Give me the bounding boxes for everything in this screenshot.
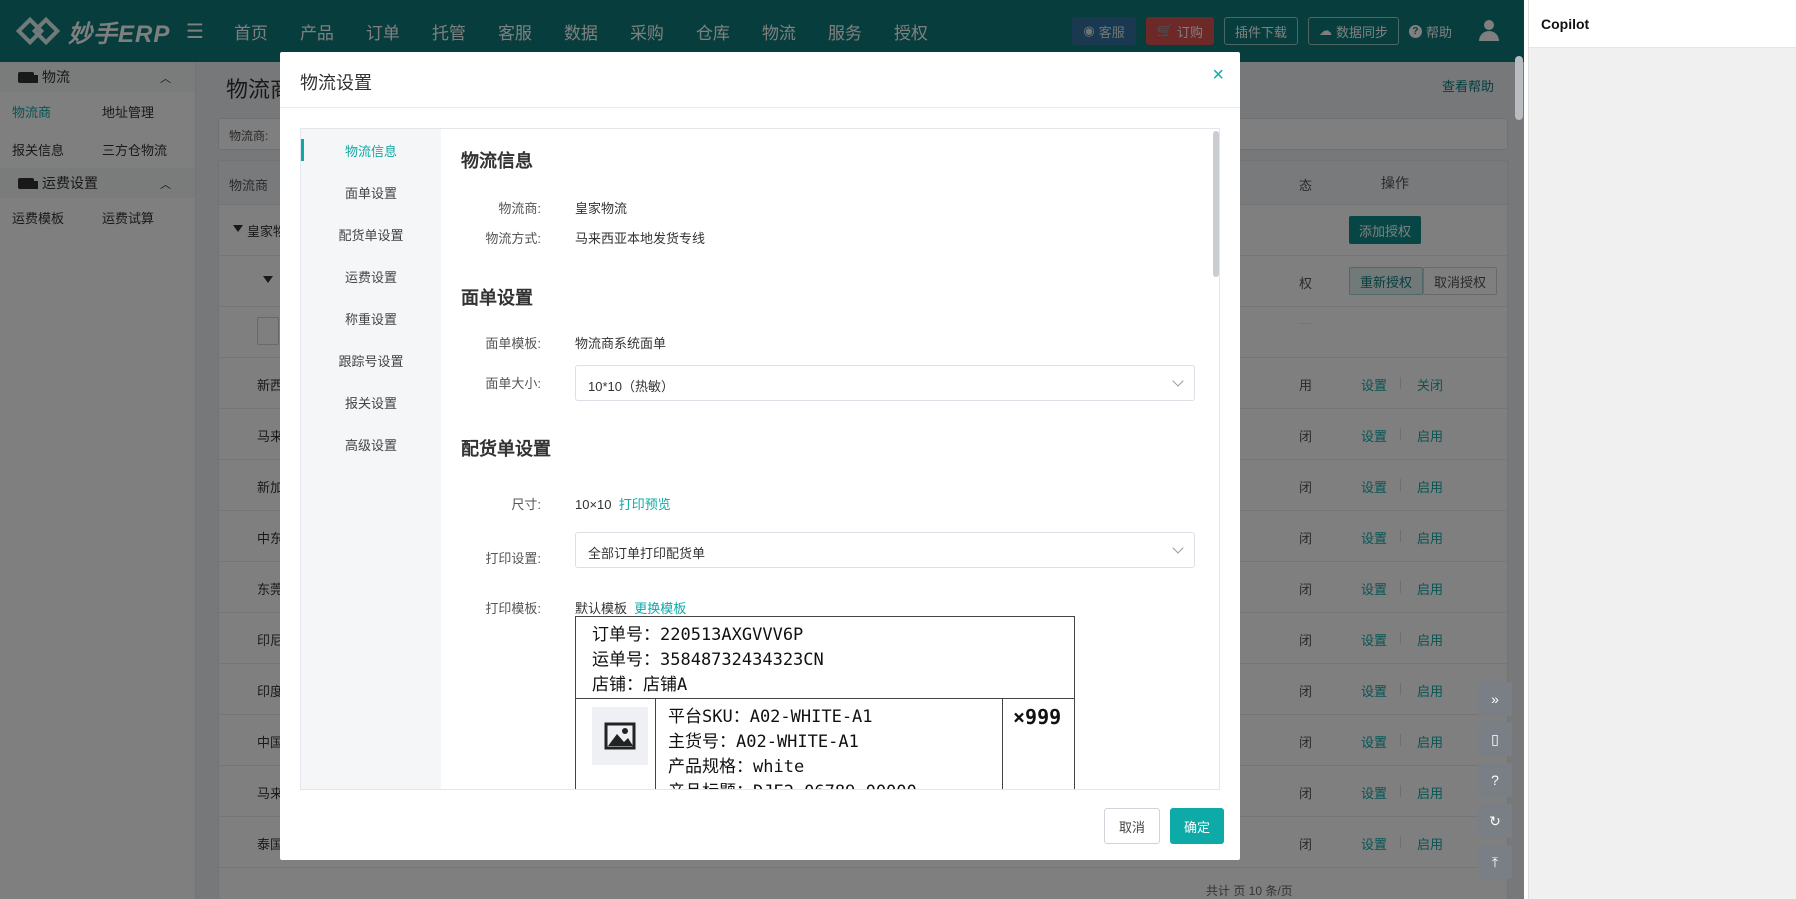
print-preview-link[interactable]: 打印预览 (619, 497, 671, 512)
section-logistics-info: 物流信息 (461, 151, 533, 171)
settings-nav: 物流信息 面单设置 配货单设置 运费设置 称重设置 跟踪号设置 报关设置 高级设… (301, 129, 441, 789)
waybill-size-label: 面单大小: (485, 376, 541, 391)
chevron-down-icon (1172, 542, 1184, 554)
waybill-template-label: 面单模板: (485, 336, 541, 351)
logistics-settings-dialog: 物流设置 × 物流信息 面单设置 配货单设置 运费设置 称重设置 跟踪号设置 报… (280, 52, 1240, 860)
help-doc-icon[interactable]: ? (1478, 763, 1512, 797)
page-scrollbar[interactable] (1515, 56, 1523, 120)
preview-shop: 店铺：店铺A (592, 675, 688, 695)
confirm-button[interactable]: 确定 (1169, 808, 1224, 844)
preview-title: 产品标题：DJE2-06789-00000 (668, 780, 917, 789)
carrier-label: 物流商: (498, 201, 541, 216)
nav-logistics-info[interactable]: 物流信息 (301, 129, 441, 171)
preview-sku: 平台SKU：A02-WHITE-A1 (668, 707, 873, 727)
size-value: 10×10 打印预览 (575, 494, 671, 513)
dialog-title: 物流设置 (300, 73, 372, 93)
preview-spec: 产品规格：white (668, 757, 805, 777)
refresh-icon[interactable]: ↻ (1478, 804, 1512, 838)
preview-main-no: 主货号：A02-WHITE-A1 (668, 732, 859, 752)
print-template-value: 默认模板 更换模板 (575, 598, 686, 617)
method-value: 马来西亚本地发货专线 (575, 231, 706, 246)
print-template-label: 打印模板: (485, 601, 541, 616)
cancel-button[interactable]: 取消 (1103, 808, 1160, 844)
copilot-panel: Copilot (1528, 0, 1796, 899)
chevron-down-icon (1172, 375, 1184, 387)
mobile-icon[interactable]: ▯ (1478, 722, 1512, 756)
close-icon[interactable]: × (1212, 64, 1224, 87)
section-picking-list: 配货单设置 (461, 439, 551, 459)
nav-advanced[interactable]: 高级设置 (301, 423, 441, 465)
preview-order-no: 订单号：220513AXGVVV6P (592, 625, 804, 645)
settings-content: 物流信息 物流商: 皇家物流 物流方式: 马来西亚本地发货专线 面单设置 面单模… (441, 129, 1219, 789)
nav-customs[interactable]: 报关设置 (301, 381, 441, 423)
nav-freight[interactable]: 运费设置 (301, 255, 441, 297)
print-setting-select[interactable]: 全部订单打印配货单 (575, 532, 1195, 568)
erp-app: 妙手ERP ☰ 首页 产品 订单 托管 客服 数据 采购 仓库 物流 服务 授权… (0, 0, 1524, 899)
carrier-value: 皇家物流 (575, 201, 628, 216)
section-waybill: 面单设置 (461, 288, 533, 308)
preview-qty-cell: ×999 (1002, 699, 1074, 789)
print-setting-value: 全部订单打印配货单 (588, 546, 706, 561)
content-scrollbar[interactable] (1213, 131, 1219, 277)
change-template-link[interactable]: 更换模板 (634, 601, 686, 616)
dimension: 10×10 (575, 497, 612, 512)
preview-image-cell (576, 699, 656, 789)
waybill-template-value: 物流商系统面单 (575, 336, 667, 351)
size-label: 尺寸: (511, 497, 541, 512)
preview-qty: ×999 (1013, 705, 1062, 729)
print-setting-label: 打印设置: (485, 551, 541, 566)
nav-weighing[interactable]: 称重设置 (301, 297, 441, 339)
image-placeholder-icon (592, 707, 648, 765)
preview-waybill-no: 运单号：35848732434323CN (592, 650, 824, 670)
template-preview: 订单号：220513AXGVVV6P 运单号：35848732434323CN … (575, 616, 1075, 789)
method-label: 物流方式: (485, 231, 541, 246)
nav-picking-list[interactable]: 配货单设置 (301, 213, 441, 255)
waybill-size-value: 10*10（热敏） (588, 379, 674, 394)
waybill-size-select[interactable]: 10*10（热敏） (575, 365, 1195, 401)
default-template: 默认模板 (575, 601, 628, 616)
expand-right-icon[interactable]: » (1478, 682, 1512, 716)
dialog-body: 物流信息 面单设置 配货单设置 运费设置 称重设置 跟踪号设置 报关设置 高级设… (300, 128, 1220, 790)
copilot-title: Copilot (1529, 0, 1796, 48)
nav-tracking[interactable]: 跟踪号设置 (301, 339, 441, 381)
back-to-top-icon[interactable]: ⤒ (1478, 845, 1512, 879)
nav-waybill[interactable]: 面单设置 (301, 171, 441, 213)
